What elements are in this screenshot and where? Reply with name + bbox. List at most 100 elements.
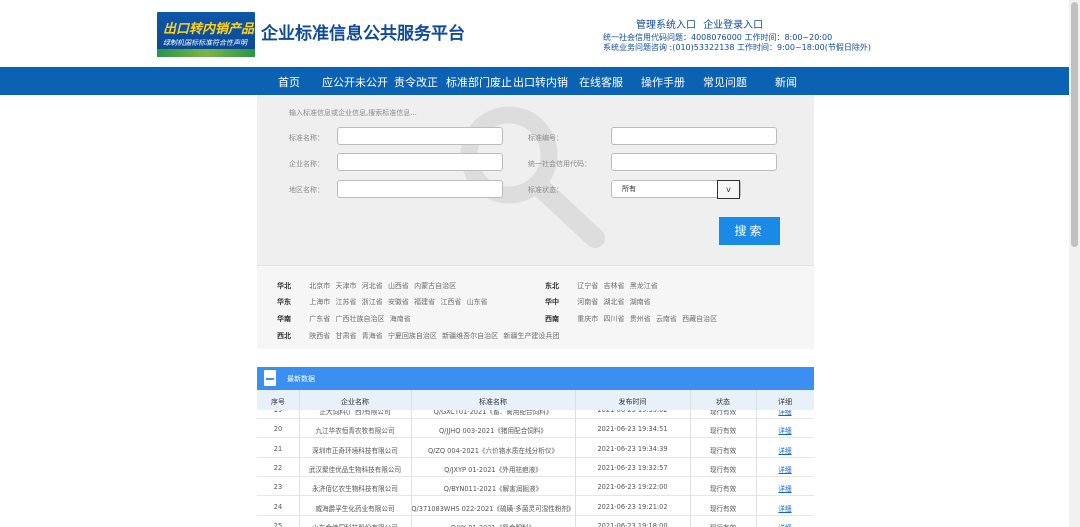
cell-publish-time: 2021-06-23 19:34:51	[597, 425, 668, 434]
province-link[interactable]: 新疆生产建设兵团	[503, 332, 559, 340]
region-name: 华南	[277, 315, 291, 323]
table-row: 19 正大饲料(广西)有限公司 Q/GXCT01-2021《畜、禽用配合饲料》 202…	[257, 410, 814, 419]
nav-faq[interactable]: 常见问题	[703, 74, 747, 90]
province-link[interactable]: 安徽省	[388, 298, 409, 306]
region-name: 华北	[277, 282, 291, 290]
credit-code-input[interactable]	[611, 153, 777, 171]
search-panel: 输入标准信息或企业信息,搜索标准信息... 标准名称： 标准编号： 企业名称： …	[257, 95, 814, 265]
cell-publish-time: 2021-06-23 19:32:57	[597, 463, 668, 472]
province-link[interactable]: 重庆市	[577, 315, 598, 323]
page-scrollbar[interactable]	[1069, 0, 1080, 527]
cell-publish-time: 2021-06-23 19:39:02	[597, 410, 668, 414]
province-link[interactable]: 陕西省	[309, 332, 330, 340]
cell-standard: Q/GXCT01-2021《畜、禽用配合饲料》	[433, 410, 553, 416]
company-input[interactable]	[337, 153, 503, 171]
province-link[interactable]: 河北省	[362, 282, 383, 290]
company-login-link[interactable]: 企业登录入口	[703, 20, 763, 31]
scrollbar-thumb[interactable]	[1071, 2, 1078, 247]
province-link[interactable]: 四川省	[603, 315, 624, 323]
province-link[interactable]: 山东省	[467, 298, 488, 306]
province-link[interactable]: 广西壮族自治区	[335, 315, 384, 323]
region-name: 华中	[545, 298, 559, 306]
province-link[interactable]: 海南省	[390, 315, 411, 323]
nav-abolished[interactable]: 标准部门废止	[446, 74, 512, 90]
cell-standard: Q/BYN011-2021《解害润掘液》	[443, 485, 543, 494]
nav-manual[interactable]: 操作手册	[641, 74, 685, 90]
document-icon	[264, 370, 276, 386]
detail-link[interactable]: 详细	[756, 483, 814, 493]
province-link[interactable]: 北京市	[309, 282, 330, 290]
province-link[interactable]: 西藏自治区	[682, 315, 717, 323]
cell-index: 24	[273, 502, 283, 511]
province-link[interactable]: 吉林省	[603, 282, 624, 290]
detail-link[interactable]: 详细	[756, 445, 814, 455]
province-link[interactable]: 福建省	[414, 298, 435, 306]
logo-stripe	[157, 49, 255, 57]
search-button[interactable]: 搜索	[719, 217, 780, 245]
top-links: 管理系统入口 企业登录入口	[636, 16, 767, 31]
nav-unpublished[interactable]: 应公开未公开	[322, 74, 388, 90]
nav-online-service[interactable]: 在线客服	[579, 74, 623, 90]
nav-correction[interactable]: 责令改正	[394, 74, 438, 90]
province-link[interactable]: 甘肃省	[335, 332, 356, 340]
column-divider	[299, 390, 300, 527]
province-link[interactable]: 江苏省	[335, 298, 356, 306]
main-nav: 首页 应公开未公开 责令改正 标准部门废止 出口转内销 在线客服 操作手册 常见…	[0, 67, 1080, 95]
region-southwest: 西南 重庆市 四川省 贵州省 云南省 西藏自治区	[545, 314, 720, 324]
detail-link[interactable]: 详细	[756, 522, 814, 527]
detail-link[interactable]: 详细	[756, 425, 814, 435]
province-link[interactable]: 云南省	[656, 315, 677, 323]
region-name: 华东	[277, 298, 291, 306]
cell-status: 现行有效	[709, 504, 737, 513]
province-link[interactable]: 江西省	[440, 298, 461, 306]
province-link[interactable]: 新疆维吾尔自治区	[442, 332, 498, 340]
cell-index: 25	[273, 521, 283, 527]
site-logo[interactable]: 出口转内销产品 绿制机国标标准符合性声明	[157, 12, 255, 57]
cell-status: 现行有效	[690, 522, 756, 527]
province-link[interactable]: 上海市	[309, 298, 330, 306]
nav-home[interactable]: 首页	[278, 74, 300, 90]
province-link[interactable]: 辽宁省	[577, 282, 598, 290]
std-no-input[interactable]	[611, 127, 777, 145]
province-link[interactable]: 广东省	[309, 315, 330, 323]
detail-link[interactable]: 详细	[756, 503, 814, 513]
cell-standard: Q/ZQ 004-2021《六价铬水质在线分析仪》	[427, 446, 559, 455]
province-link[interactable]: 宁夏回族自治区	[388, 332, 437, 340]
province-link[interactable]: 青海省	[362, 332, 383, 340]
std-name-input[interactable]	[337, 127, 503, 145]
table-row: 21 深圳市正奇环境科技有限公司 Q/ZQ 004-2021《六价铬水质在线分析仪》…	[257, 438, 814, 458]
province-link[interactable]: 浙江省	[362, 298, 383, 306]
cell-company: 武汉聚佳优品生物科技有限公司	[308, 465, 402, 474]
cell-index: 20	[273, 425, 283, 434]
province-link[interactable]: 湖南省	[630, 298, 651, 306]
detail-link[interactable]: 详细	[756, 410, 814, 416]
th-index: 序号	[271, 398, 285, 406]
region-label: 地区名称：	[289, 186, 324, 194]
table-row: 25 山东金佳园科技股份有限公司Q/JJY 01-2021《复合肥料》 2021-0…	[257, 515, 814, 527]
province-link[interactable]: 贵州省	[630, 315, 651, 323]
province-link[interactable]: 河南省	[577, 298, 598, 306]
table-row: 23 永济佰亿农生物科技有限公司 Q/BYN011-2021《解害润掘液》 2021-…	[257, 477, 814, 497]
logo-line2: 绿制机国标标准符合性声明	[163, 39, 247, 47]
province-link[interactable]: 内蒙古自治区	[414, 282, 456, 290]
province-link[interactable]: 湖北省	[603, 298, 624, 306]
cell-publish-time: 2021-06-23 19:18:00	[597, 521, 668, 527]
province-link[interactable]: 山西省	[388, 282, 409, 290]
latest-data-header: 最新数据	[257, 367, 814, 390]
region-name: 西南	[545, 315, 559, 323]
admin-portal-link[interactable]: 管理系统入口	[636, 20, 696, 31]
cell-status: 现行有效	[709, 485, 737, 494]
cell-standard: Q/371083WHS 022-2021《硫磺·多菌灵可湿性粉剂》	[411, 504, 575, 513]
detail-link[interactable]: 详细	[756, 464, 814, 474]
region-input[interactable]	[337, 180, 503, 198]
cell-publish-time: 2021-06-23 19:22:00	[597, 483, 668, 492]
nav-news[interactable]: 新闻	[775, 74, 797, 90]
status-dropdown-button[interactable]: v	[717, 180, 740, 199]
province-link[interactable]: 黑龙江省	[630, 282, 658, 290]
th-detail: 详细	[778, 398, 792, 406]
province-link[interactable]: 天津市	[335, 282, 356, 290]
nav-export-domestic[interactable]: 出口转内销	[513, 74, 568, 90]
column-divider	[690, 390, 691, 527]
region-northeast: 东北 辽宁省 吉林省 黑龙江省	[545, 281, 661, 291]
table-row: 20 九江华农恒青农牧有限公司 Q/JJHQ 003-2021《猪用配合饲料》 202…	[257, 419, 814, 439]
